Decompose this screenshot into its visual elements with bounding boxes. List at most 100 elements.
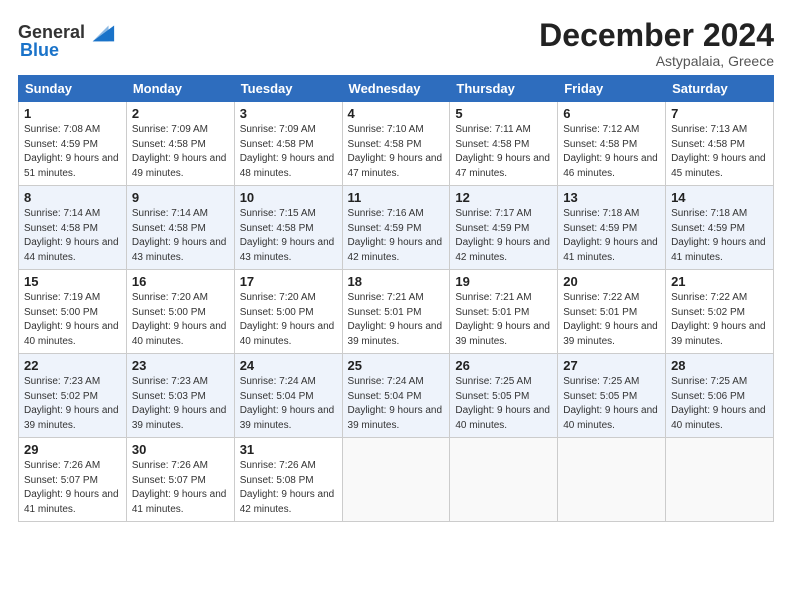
calendar-week-row: 29 Sunrise: 7:26 AMSunset: 5:07 PMDaylig… [19, 438, 774, 522]
calendar-cell: 11 Sunrise: 7:16 AMSunset: 4:59 PMDaylig… [342, 186, 450, 270]
cell-info: Sunrise: 7:09 AMSunset: 4:58 PMDaylight:… [240, 124, 335, 179]
main-container: General Blue December 2024 Astypalaia, G… [0, 0, 792, 532]
calendar-cell: 8 Sunrise: 7:14 AMSunset: 4:58 PMDayligh… [19, 186, 127, 270]
cell-info: Sunrise: 7:19 AMSunset: 5:00 PMDaylight:… [24, 292, 119, 347]
calendar-cell [450, 438, 558, 522]
calendar-week-row: 15 Sunrise: 7:19 AMSunset: 5:00 PMDaylig… [19, 270, 774, 354]
calendar-cell: 13 Sunrise: 7:18 AMSunset: 4:59 PMDaylig… [558, 186, 666, 270]
calendar-cell: 14 Sunrise: 7:18 AMSunset: 4:59 PMDaylig… [666, 186, 774, 270]
day-number: 19 [455, 274, 552, 289]
location: Astypalaia, Greece [539, 53, 774, 69]
cell-info: Sunrise: 7:25 AMSunset: 5:05 PMDaylight:… [455, 376, 550, 431]
cell-info: Sunrise: 7:22 AMSunset: 5:02 PMDaylight:… [671, 292, 766, 347]
calendar-cell: 18 Sunrise: 7:21 AMSunset: 5:01 PMDaylig… [342, 270, 450, 354]
calendar-cell: 23 Sunrise: 7:23 AMSunset: 5:03 PMDaylig… [126, 354, 234, 438]
cell-info: Sunrise: 7:10 AMSunset: 4:58 PMDaylight:… [348, 124, 443, 179]
day-number: 6 [563, 106, 660, 121]
day-number: 13 [563, 190, 660, 205]
cell-info: Sunrise: 7:20 AMSunset: 5:00 PMDaylight:… [132, 292, 227, 347]
calendar-cell: 10 Sunrise: 7:15 AMSunset: 4:58 PMDaylig… [234, 186, 342, 270]
day-number: 9 [132, 190, 229, 205]
cell-info: Sunrise: 7:11 AMSunset: 4:58 PMDaylight:… [455, 124, 550, 179]
title-block: December 2024 Astypalaia, Greece [539, 18, 774, 69]
calendar-cell: 16 Sunrise: 7:20 AMSunset: 5:00 PMDaylig… [126, 270, 234, 354]
cell-info: Sunrise: 7:24 AMSunset: 5:04 PMDaylight:… [348, 376, 443, 431]
calendar-cell: 3 Sunrise: 7:09 AMSunset: 4:58 PMDayligh… [234, 102, 342, 186]
calendar-cell: 26 Sunrise: 7:25 AMSunset: 5:05 PMDaylig… [450, 354, 558, 438]
cell-info: Sunrise: 7:20 AMSunset: 5:00 PMDaylight:… [240, 292, 335, 347]
day-number: 20 [563, 274, 660, 289]
header: General Blue December 2024 Astypalaia, G… [18, 18, 774, 69]
cell-info: Sunrise: 7:25 AMSunset: 5:05 PMDaylight:… [563, 376, 658, 431]
calendar-cell: 1 Sunrise: 7:08 AMSunset: 4:59 PMDayligh… [19, 102, 127, 186]
calendar-cell: 4 Sunrise: 7:10 AMSunset: 4:58 PMDayligh… [342, 102, 450, 186]
calendar-cell: 24 Sunrise: 7:24 AMSunset: 5:04 PMDaylig… [234, 354, 342, 438]
calendar-cell: 31 Sunrise: 7:26 AMSunset: 5:08 PMDaylig… [234, 438, 342, 522]
day-number: 27 [563, 358, 660, 373]
day-number: 21 [671, 274, 768, 289]
cell-info: Sunrise: 7:21 AMSunset: 5:01 PMDaylight:… [348, 292, 443, 347]
day-number: 16 [132, 274, 229, 289]
weekday-header: Friday [558, 76, 666, 102]
cell-info: Sunrise: 7:24 AMSunset: 5:04 PMDaylight:… [240, 376, 335, 431]
cell-info: Sunrise: 7:26 AMSunset: 5:08 PMDaylight:… [240, 460, 335, 515]
logo-blue: Blue [20, 40, 59, 61]
cell-info: Sunrise: 7:22 AMSunset: 5:01 PMDaylight:… [563, 292, 658, 347]
day-number: 24 [240, 358, 337, 373]
calendar-cell: 30 Sunrise: 7:26 AMSunset: 5:07 PMDaylig… [126, 438, 234, 522]
day-number: 10 [240, 190, 337, 205]
day-number: 12 [455, 190, 552, 205]
day-number: 2 [132, 106, 229, 121]
cell-info: Sunrise: 7:09 AMSunset: 4:58 PMDaylight:… [132, 124, 227, 179]
day-number: 22 [24, 358, 121, 373]
calendar-cell [558, 438, 666, 522]
cell-info: Sunrise: 7:18 AMSunset: 4:59 PMDaylight:… [671, 208, 766, 263]
day-number: 30 [132, 442, 229, 457]
calendar-cell: 28 Sunrise: 7:25 AMSunset: 5:06 PMDaylig… [666, 354, 774, 438]
calendar-cell: 6 Sunrise: 7:12 AMSunset: 4:58 PMDayligh… [558, 102, 666, 186]
cell-info: Sunrise: 7:21 AMSunset: 5:01 PMDaylight:… [455, 292, 550, 347]
calendar-body: 1 Sunrise: 7:08 AMSunset: 4:59 PMDayligh… [19, 102, 774, 522]
day-number: 3 [240, 106, 337, 121]
day-number: 1 [24, 106, 121, 121]
calendar-cell: 21 Sunrise: 7:22 AMSunset: 5:02 PMDaylig… [666, 270, 774, 354]
calendar-table: SundayMondayTuesdayWednesdayThursdayFrid… [18, 75, 774, 522]
calendar-cell: 22 Sunrise: 7:23 AMSunset: 5:02 PMDaylig… [19, 354, 127, 438]
calendar-cell: 7 Sunrise: 7:13 AMSunset: 4:58 PMDayligh… [666, 102, 774, 186]
day-number: 31 [240, 442, 337, 457]
cell-info: Sunrise: 7:16 AMSunset: 4:59 PMDaylight:… [348, 208, 443, 263]
calendar-cell [342, 438, 450, 522]
logo: General Blue [18, 18, 116, 61]
weekday-header: Saturday [666, 76, 774, 102]
day-number: 23 [132, 358, 229, 373]
day-number: 14 [671, 190, 768, 205]
day-number: 18 [348, 274, 445, 289]
weekday-header: Tuesday [234, 76, 342, 102]
weekday-header: Wednesday [342, 76, 450, 102]
cell-info: Sunrise: 7:14 AMSunset: 4:58 PMDaylight:… [132, 208, 227, 263]
cell-info: Sunrise: 7:08 AMSunset: 4:59 PMDaylight:… [24, 124, 119, 179]
day-number: 4 [348, 106, 445, 121]
calendar-cell: 9 Sunrise: 7:14 AMSunset: 4:58 PMDayligh… [126, 186, 234, 270]
month-year: December 2024 [539, 18, 774, 53]
calendar-cell: 25 Sunrise: 7:24 AMSunset: 5:04 PMDaylig… [342, 354, 450, 438]
calendar-cell [666, 438, 774, 522]
cell-info: Sunrise: 7:23 AMSunset: 5:02 PMDaylight:… [24, 376, 119, 431]
calendar-cell: 19 Sunrise: 7:21 AMSunset: 5:01 PMDaylig… [450, 270, 558, 354]
day-number: 8 [24, 190, 121, 205]
calendar-cell: 29 Sunrise: 7:26 AMSunset: 5:07 PMDaylig… [19, 438, 127, 522]
day-number: 11 [348, 190, 445, 205]
day-number: 7 [671, 106, 768, 121]
calendar-cell: 2 Sunrise: 7:09 AMSunset: 4:58 PMDayligh… [126, 102, 234, 186]
day-number: 28 [671, 358, 768, 373]
cell-info: Sunrise: 7:26 AMSunset: 5:07 PMDaylight:… [24, 460, 119, 515]
day-number: 29 [24, 442, 121, 457]
calendar-cell: 15 Sunrise: 7:19 AMSunset: 5:00 PMDaylig… [19, 270, 127, 354]
calendar-cell: 17 Sunrise: 7:20 AMSunset: 5:00 PMDaylig… [234, 270, 342, 354]
calendar-cell: 27 Sunrise: 7:25 AMSunset: 5:05 PMDaylig… [558, 354, 666, 438]
cell-info: Sunrise: 7:12 AMSunset: 4:58 PMDaylight:… [563, 124, 658, 179]
weekday-header: Sunday [19, 76, 127, 102]
cell-info: Sunrise: 7:25 AMSunset: 5:06 PMDaylight:… [671, 376, 766, 431]
cell-info: Sunrise: 7:14 AMSunset: 4:58 PMDaylight:… [24, 208, 119, 263]
weekday-header: Monday [126, 76, 234, 102]
